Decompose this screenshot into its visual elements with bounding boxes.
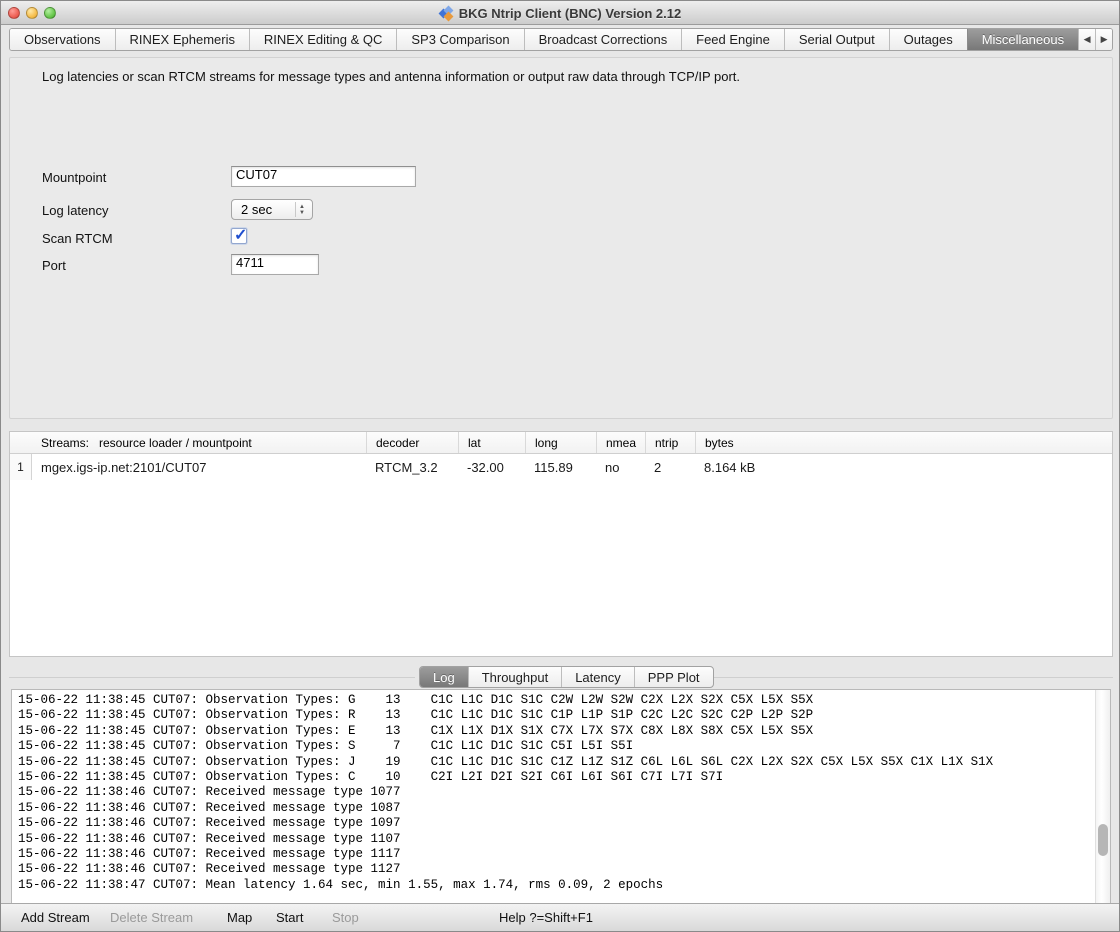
tab-ppp-plot[interactable]: PPP Plot [634,667,713,687]
app-window: BKG Ntrip Client (BNC) Version 2.12 Obse… [0,0,1120,932]
tab-broadcast-corrections[interactable]: Broadcast Corrections [524,29,682,50]
header-corner [10,432,32,453]
panel-description: Log latencies or scan RTCM streams for m… [42,69,740,84]
log-line: 15-06-22 11:38:46 CUT07: Received messag… [18,785,1092,800]
tab-throughput[interactable]: Throughput [468,667,562,687]
header-lat[interactable]: lat [458,432,525,453]
header-decoder[interactable]: decoder [366,432,458,453]
stepper-arrows-icon[interactable]: ▲▼ [295,202,308,217]
window-title-text: BKG Ntrip Client (BNC) Version 2.12 [459,6,681,21]
log-line: 15-06-22 11:38:45 CUT07: Observation Typ… [18,755,1092,770]
log-line: 15-06-22 11:38:45 CUT07: Observation Typ… [18,739,1092,754]
row-number: 1 [10,454,32,480]
mountpoint-input[interactable]: CUT07 [231,166,416,187]
streams-table: Streams: resource loader / mountpoint de… [9,431,1113,657]
port-label: Port [42,258,66,273]
tab-outages[interactable]: Outages [889,29,967,50]
scan-rtcm-checkbox[interactable]: ✓ [231,228,247,244]
log-scrollbar[interactable] [1095,690,1110,903]
tab-serial-output[interactable]: Serial Output [784,29,889,50]
help-shortcut-label: Help ?=Shift+F1 [499,910,593,925]
log-line: 15-06-22 11:38:46 CUT07: Received messag… [18,862,1092,877]
tab-feed-engine[interactable]: Feed Engine [681,29,784,50]
port-value: 4711 [236,255,264,270]
tab-log[interactable]: Log [420,667,468,687]
mountpoint-label: Mountpoint [42,170,106,185]
log-tab-bar: Log Throughput Latency PPP Plot [419,666,714,688]
delete-stream-button[interactable]: Delete Stream [110,910,193,925]
add-stream-button[interactable]: Add Stream [21,910,90,925]
log-latency-select[interactable]: 2 sec ▲▼ [231,199,313,220]
cell-decoder: RTCM_3.2 [366,460,458,475]
map-button[interactable]: Map [227,910,252,925]
start-button[interactable]: Start [276,910,303,925]
cell-lat: -32.00 [458,460,525,475]
divider [9,677,415,678]
tab-rinex-editing-qc[interactable]: RINEX Editing & QC [249,29,396,50]
cell-long: 115.89 [525,460,596,475]
tab-scroll-right-icon[interactable]: ▶ [1095,29,1112,50]
port-input[interactable]: 4711 [231,254,319,275]
log-line: 15-06-22 11:38:45 CUT07: Observation Typ… [18,724,1092,739]
log-line: 15-06-22 11:38:45 CUT07: Observation Typ… [18,770,1092,785]
tab-latency[interactable]: Latency [561,667,634,687]
header-ntrip[interactable]: ntrip [645,432,695,453]
log-line: 15-06-22 11:38:46 CUT07: Received messag… [18,832,1092,847]
log-line: 15-06-22 11:38:47 CUT07: Mean latency 1.… [18,878,1092,893]
mountpoint-value: CUT07 [236,167,277,182]
bottom-toolbar: Add Stream Delete Stream Map Start Stop … [1,903,1119,931]
log-scrollbar-thumb[interactable] [1098,824,1108,856]
cell-nmea: no [596,460,645,475]
header-nmea[interactable]: nmea [596,432,645,453]
log-latency-label: Log latency [42,203,109,218]
miscellaneous-panel: Log latencies or scan RTCM streams for m… [9,57,1113,419]
tab-scroll-left-icon[interactable]: ◀ [1078,29,1095,50]
log-output[interactable]: 15-06-22 11:38:45 CUT07: Observation Typ… [11,689,1111,904]
log-line: 15-06-22 11:38:45 CUT07: Observation Typ… [18,708,1092,723]
header-mountpoint[interactable]: Streams: resource loader / mountpoint [32,432,366,453]
log-lines: 15-06-22 11:38:45 CUT07: Observation Typ… [18,693,1092,893]
log-line: 15-06-22 11:38:46 CUT07: Received messag… [18,847,1092,862]
window-title: BKG Ntrip Client (BNC) Version 2.12 [1,1,1119,25]
table-row[interactable]: 1 mgex.igs-ip.net:2101/CUT07 RTCM_3.2 -3… [10,454,1112,480]
log-line: 15-06-22 11:38:45 CUT07: Observation Typ… [18,693,1092,708]
divider [711,677,1113,678]
bnc-app-icon [439,6,454,21]
log-latency-value: 2 sec [241,202,272,217]
checkmark-icon: ✓ [234,225,247,245]
header-bytes[interactable]: bytes [695,432,1112,453]
log-line: 15-06-22 11:38:46 CUT07: Received messag… [18,816,1092,831]
title-bar: BKG Ntrip Client (BNC) Version 2.12 [1,1,1119,25]
streams-table-header: Streams: resource loader / mountpoint de… [10,432,1112,454]
header-long[interactable]: long [525,432,596,453]
tab-rinex-ephemeris[interactable]: RINEX Ephemeris [115,29,249,50]
main-tab-bar: Observations RINEX Ephemeris RINEX Editi… [9,28,1113,51]
stop-button[interactable]: Stop [332,910,359,925]
tab-miscellaneous[interactable]: Miscellaneous [967,29,1078,50]
cell-ntrip: 2 [645,460,695,475]
cell-mountpoint: mgex.igs-ip.net:2101/CUT07 [32,460,366,475]
tab-observations[interactable]: Observations [10,29,115,50]
cell-bytes: 8.164 kB [695,460,1112,475]
tab-sp3-comparison[interactable]: SP3 Comparison [396,29,523,50]
scan-rtcm-label: Scan RTCM [42,231,113,246]
log-line: 15-06-22 11:38:46 CUT07: Received messag… [18,801,1092,816]
